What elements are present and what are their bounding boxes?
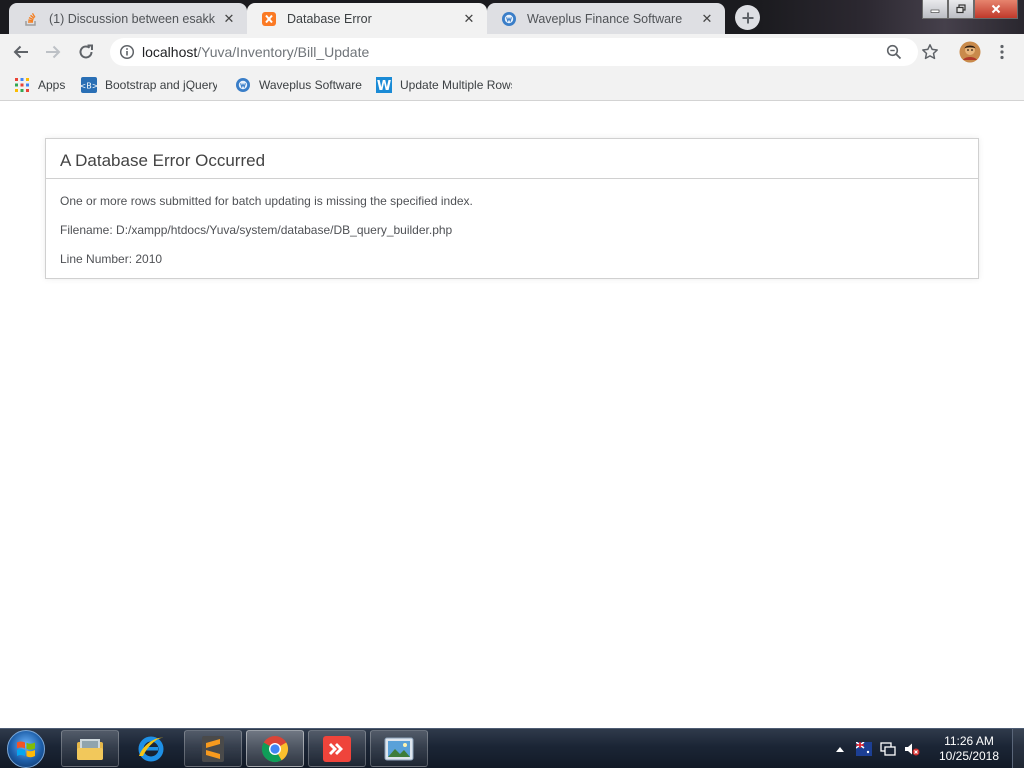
volume-muted-icon[interactable] [904,741,920,757]
url-text: localhost/Yuva/Inventory/Bill_Update [142,44,369,60]
close-icon [991,4,1001,14]
waveplus-icon [235,77,251,93]
address-bar[interactable]: localhost/Yuva/Inventory/Bill_Update [110,38,918,66]
tab-database-error[interactable]: Database Error ✕ [247,3,487,34]
minimize-icon [930,9,940,13]
waveplus-icon [501,11,517,27]
show-desktop-button[interactable] [1012,729,1024,768]
taskbar-internet-explorer[interactable] [122,730,180,767]
photo-viewer-icon [384,737,414,760]
error-message: One or more rows submitted for batch upd… [60,194,473,208]
chrome-menu-button[interactable] [990,40,1014,64]
chevron-up-icon [836,747,844,752]
language-flag-icon[interactable] [856,741,872,757]
taskbar-photo-viewer[interactable] [370,730,428,767]
profile-avatar[interactable] [958,40,982,64]
url-path: /Yuva/Inventory/Bill_Update [197,44,370,60]
bookmark-label: Apps [38,78,66,92]
show-hidden-icons[interactable] [832,741,848,757]
clock-time: 11:26 AM [944,734,994,748]
close-tab-icon[interactable]: ✕ [461,11,477,27]
browser-toolbar: localhost/Yuva/Inventory/Bill_Update [0,34,1024,70]
arrow-right-icon [46,45,61,59]
browser-tab-strip: (1) Discussion between esakkichs ✕ Datab… [0,0,1024,34]
close-tab-icon[interactable]: ✕ [221,11,237,27]
restore-button[interactable] [948,0,974,19]
windows-taskbar: 11:26 AM 10/25/2018 [0,728,1024,768]
windows-explorer-icon [77,738,103,760]
error-line-number: Line Number: 2010 [60,252,163,266]
taskbar-sublime-text[interactable] [184,730,242,767]
tab-waveplus[interactable]: Waveplus Finance Software ✕ [487,3,725,34]
back-button[interactable] [9,40,33,64]
network-icon[interactable] [880,741,896,757]
tab-discussion[interactable]: (1) Discussion between esakkichs ✕ [9,3,247,34]
bookmark-waveplus[interactable]: Waveplus Software [235,75,362,95]
minimize-button[interactable] [922,0,948,19]
error-heading: A Database Error Occurred [46,139,978,179]
more-vert-icon [1000,44,1004,60]
url-host: localhost [142,44,198,60]
close-window-button[interactable] [974,0,1018,19]
bookmark-label: Update Multiple Rows [400,78,512,92]
taskbar-chrome[interactable] [246,730,304,767]
avatar-icon [959,41,981,63]
plus-icon [742,12,753,23]
w3schools-icon: W [376,77,392,93]
info-icon[interactable] [119,44,135,60]
sublime-text-icon [202,735,224,762]
bookmark-label: Waveplus Software [259,78,362,92]
close-tab-icon[interactable]: ✕ [699,11,715,27]
reload-button[interactable] [74,40,98,64]
window-controls [922,0,1018,20]
windows-logo-icon [17,741,35,758]
new-tab-button[interactable] [735,5,760,30]
arrow-left-icon [13,45,28,59]
bookmarks-bar: Apps <B> Bootstrap and jQuery Waveplus S… [0,70,1024,101]
clock-date: 10/25/2018 [938,749,1000,763]
error-filename: Filename: D:/xampp/htdocs/Yuva/system/da… [60,223,453,237]
bookmark-bootstrap[interactable]: <B> Bootstrap and jQuery [81,75,217,95]
svg-text:<B>: <B> [81,82,97,91]
taskbar-explorer[interactable] [61,730,119,767]
taskbar-anydesk[interactable] [308,730,366,767]
svg-text:W: W [377,79,391,93]
tab-title: (1) Discussion between esakkichs [49,11,215,26]
start-button[interactable] [7,730,45,768]
anydesk-icon [323,735,351,762]
forward-button[interactable] [41,40,65,64]
tab-title: Database Error [287,11,372,26]
tab-title: Waveplus Finance Software [527,11,683,26]
bootstrap-icon: <B> [81,77,97,93]
xampp-icon [261,11,277,27]
restore-icon [956,4,966,14]
apps-grid-icon [14,77,30,93]
taskbar-clock[interactable]: 11:26 AM 10/25/2018 [936,734,1002,764]
zoom-icon[interactable] [886,44,902,60]
bookmark-label: Bootstrap and jQuery [105,78,217,92]
stackoverflow-icon [23,11,39,27]
error-container: A Database Error Occurred One or more ro… [45,138,979,279]
chrome-icon [261,735,289,762]
bookmark-apps[interactable]: Apps [14,75,65,95]
reload-icon [79,44,93,59]
internet-explorer-icon [138,736,164,761]
bookmark-update-multiple-rows[interactable]: W Update Multiple Rows [376,75,512,95]
star-icon [922,44,938,60]
page-content: A Database Error Occurred One or more ro… [0,102,1024,728]
bookmark-star-button[interactable] [918,40,942,64]
